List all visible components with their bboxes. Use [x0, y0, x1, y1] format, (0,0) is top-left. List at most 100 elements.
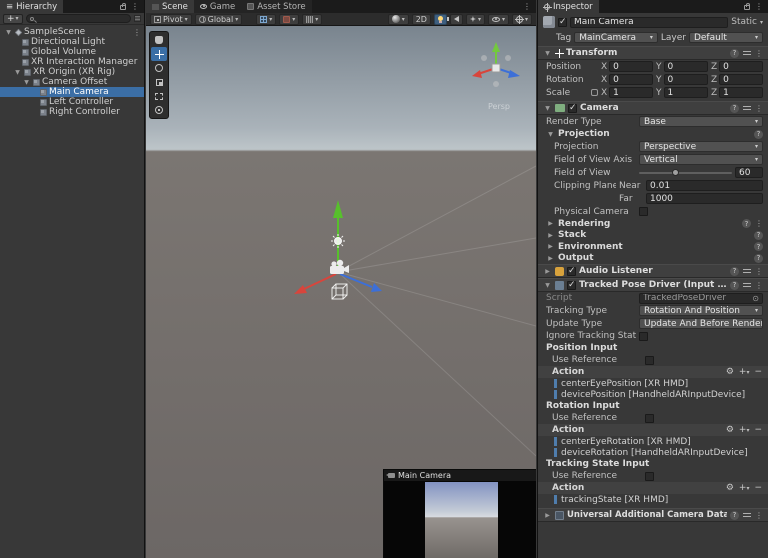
help-icon[interactable]: ? [730, 280, 739, 290]
tree-row-directional-light[interactable]: Directional Light [0, 37, 144, 47]
2d-toggle-button[interactable]: 2D [411, 13, 431, 25]
global-toggle-button[interactable]: Global ▾ [194, 13, 243, 25]
constrain-proportions-icon[interactable] [591, 89, 598, 96]
kebab-menu-icon[interactable]: ⋮ [755, 2, 763, 11]
help-icon[interactable]: ? [754, 230, 763, 240]
fov-axis-dropdown[interactable]: Vertical ▾ [639, 154, 763, 165]
snap-settings-button[interactable]: ▾ [279, 13, 300, 25]
kebab-menu-icon[interactable]: ⋮ [755, 281, 763, 290]
gizmo-perspective-label[interactable]: Persp [476, 102, 522, 111]
stack-foldout[interactable]: ▶ Stack ? [538, 230, 768, 242]
add-binding-icon[interactable]: +▾ [739, 483, 750, 493]
tab-asset-store[interactable]: Asset Store [241, 0, 312, 13]
audio-listener-header[interactable]: ▶ Audio Listener ? ⋮ [538, 264, 768, 278]
fov-value-field[interactable]: 60 [735, 167, 763, 178]
tab-scene[interactable]: Scene [146, 0, 194, 13]
use-reference-checkbox[interactable] [645, 471, 654, 481]
use-reference-checkbox[interactable] [645, 355, 654, 365]
kebab-menu-icon[interactable]: ⋮ [523, 2, 531, 11]
fov-slider[interactable] [639, 167, 732, 178]
output-foldout[interactable]: ▶ Output ? [538, 253, 768, 265]
foldout-icon[interactable]: ▼ [543, 105, 552, 112]
tree-row-global-volume[interactable]: Global Volume [0, 47, 144, 57]
foldout-icon[interactable]: ▼ [543, 50, 552, 57]
preset-icon[interactable] [743, 49, 751, 57]
create-object-button[interactable]: + ▾ [3, 13, 23, 24]
scene-effects-button[interactable]: ▾ [465, 13, 485, 25]
increment-snap-button[interactable]: ▾ [302, 13, 323, 25]
kebab-menu-icon[interactable]: ⋮ [755, 219, 763, 228]
near-field[interactable]: 0.01 [646, 180, 763, 191]
help-icon[interactable]: ? [730, 510, 739, 520]
render-type-dropdown[interactable]: Base ▾ [639, 116, 763, 127]
camera-enabled-checkbox[interactable] [568, 103, 577, 113]
projection-dropdown[interactable]: Perspective ▾ [639, 141, 763, 152]
hierarchy-search-input[interactable] [25, 14, 131, 23]
tree-row-left-controller[interactable]: Left Controller [0, 97, 144, 107]
preset-icon[interactable] [743, 267, 751, 275]
help-icon[interactable]: ? [754, 242, 763, 252]
static-dropdown-icon[interactable]: ▾ [760, 19, 763, 26]
move-tool-button[interactable] [151, 47, 167, 61]
scale-x-field[interactable]: 1 [609, 87, 653, 98]
position-x-field[interactable]: 0 [609, 61, 653, 72]
help-icon[interactable]: ? [730, 103, 739, 113]
gameobject-icon[interactable] [543, 16, 555, 28]
scene-lighting-button[interactable] [433, 13, 447, 25]
tag-dropdown[interactable]: MainCamera ▾ [574, 32, 658, 43]
tree-row-xr-origin[interactable]: ▼ XR Origin (XR Rig) [0, 67, 144, 77]
foldout-icon[interactable]: ▶ [543, 268, 552, 275]
lock-icon[interactable] [744, 3, 750, 10]
tab-hierarchy[interactable]: ≡ Hierarchy [0, 0, 64, 13]
scene-kebab-icon[interactable]: ⋮ [133, 28, 141, 37]
help-icon[interactable]: ? [742, 219, 751, 229]
camera-preview-window[interactable]: Main Camera [383, 469, 536, 558]
rotation-y-field[interactable]: 0 [663, 74, 708, 85]
object-picker-icon[interactable]: ⊙ [752, 294, 759, 303]
layer-dropdown[interactable]: Default ▾ [688, 32, 763, 43]
add-binding-icon[interactable]: +▾ [739, 425, 750, 435]
tree-row-right-controller[interactable]: Right Controller [0, 107, 144, 117]
search-filter-icon[interactable] [134, 15, 141, 22]
rotation-z-field[interactable]: 0 [719, 74, 763, 85]
binding-item[interactable]: centerEyePosition [XR HMD] [538, 378, 768, 389]
foldout-icon[interactable]: ▼ [546, 131, 555, 138]
remove-binding-icon[interactable]: − [754, 425, 762, 435]
draw-mode-button[interactable]: ▾ [387, 13, 409, 25]
tab-inspector[interactable]: Inspector [538, 0, 599, 13]
scale-y-field[interactable]: 1 [663, 87, 708, 98]
environment-foldout[interactable]: ▶ Environment ? [538, 241, 768, 253]
position-y-field[interactable]: 0 [663, 61, 708, 72]
preset-icon[interactable] [743, 281, 751, 289]
gear-icon[interactable]: ⚙ [726, 483, 734, 493]
remove-binding-icon[interactable]: − [754, 367, 762, 377]
foldout-icon[interactable]: ▼ [543, 282, 552, 289]
lock-icon[interactable] [120, 3, 126, 10]
ignore-tracking-state-checkbox[interactable] [639, 331, 648, 341]
tracking-type-dropdown[interactable]: Rotation And Position ▾ [639, 305, 763, 316]
rendering-foldout[interactable]: ▶ Rendering ? ⋮ [538, 218, 768, 230]
component-tools-button[interactable]: ▾ [511, 13, 532, 25]
grid-visibility-button[interactable]: ▾ [256, 13, 277, 25]
transform-tool-button[interactable] [151, 103, 167, 117]
gear-icon[interactable]: ⚙ [726, 425, 734, 435]
scale-tool-button[interactable] [151, 75, 167, 89]
rotation-x-field[interactable]: 0 [609, 74, 653, 85]
kebab-menu-icon[interactable]: ⋮ [755, 267, 763, 276]
view-tool-button[interactable] [151, 33, 167, 47]
help-icon[interactable]: ? [730, 48, 739, 58]
audio-listener-checkbox[interactable] [567, 266, 576, 276]
tree-row-samplescene[interactable]: ▼ SampleScene ⋮ [0, 27, 144, 37]
binding-item[interactable]: centerEyeRotation [XR HMD] [538, 436, 768, 447]
far-field[interactable]: 1000 [646, 193, 763, 204]
universal-camera-data-header[interactable]: ▶ Universal Additional Camera Data (Scri… [538, 508, 768, 522]
physical-camera-checkbox[interactable] [639, 207, 648, 216]
preset-icon[interactable] [743, 511, 751, 519]
add-binding-icon[interactable]: +▾ [739, 367, 750, 377]
kebab-menu-icon[interactable]: ⋮ [131, 2, 139, 11]
foldout-icon[interactable]: ▼ [13, 69, 22, 76]
orientation-gizmo[interactable] [464, 36, 528, 100]
help-icon[interactable]: ? [754, 253, 763, 263]
tree-row-camera-offset[interactable]: ▼ Camera Offset [0, 77, 144, 87]
help-icon[interactable]: ? [730, 266, 739, 276]
